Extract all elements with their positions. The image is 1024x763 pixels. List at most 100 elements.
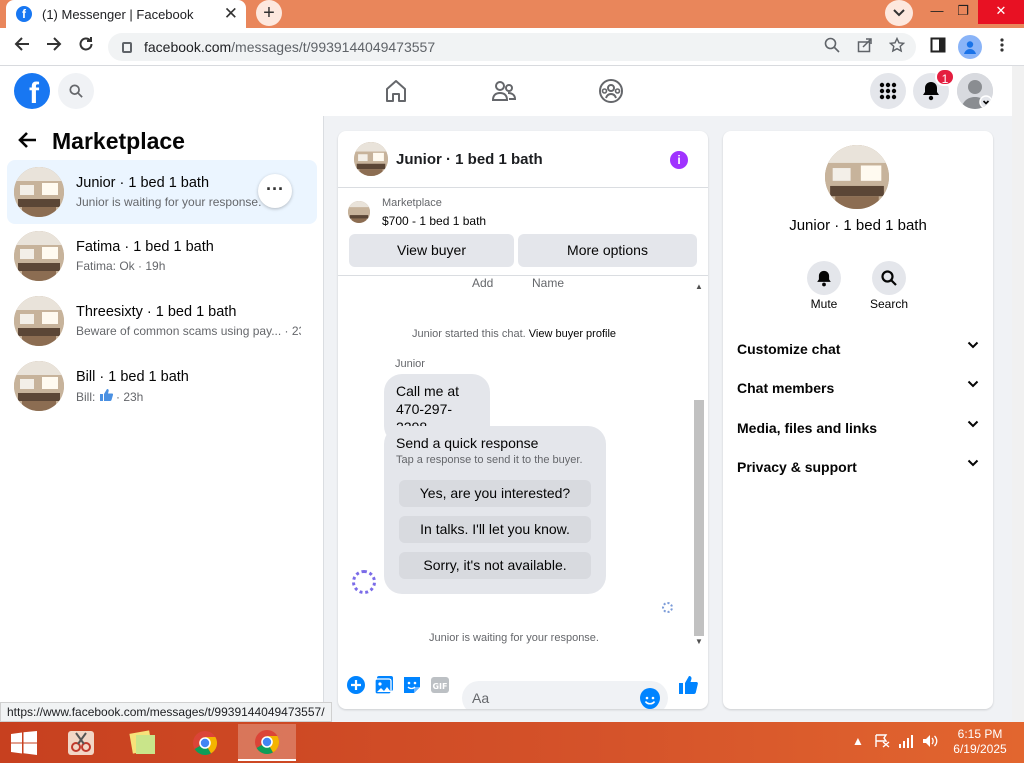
conversation-options-button[interactable]: ··· <box>258 174 292 208</box>
chrome-menu-button[interactable] <box>990 35 1014 59</box>
view-buyer-profile-link[interactable]: View buyer profile <box>529 328 616 340</box>
chevron-down-icon <box>967 459 979 467</box>
conversation-item-bill[interactable]: Bill · 1 bed 1 bath Bill: · 23h <box>7 354 317 418</box>
reload-button[interactable] <box>74 35 98 59</box>
link-status-bar: https://www.facebook.com/messages/t/9939… <box>0 702 332 722</box>
friends-icon <box>491 81 517 101</box>
section-title: Media, files and links <box>737 420 878 436</box>
new-tab-button[interactable]: + <box>256 0 282 26</box>
conversation-name: Threesixty · 1 bed 1 bath <box>76 304 237 320</box>
forward-button[interactable] <box>42 35 66 59</box>
taskbar-app-chrome[interactable] <box>176 724 234 761</box>
facebook-search-button[interactable] <box>58 73 94 109</box>
message-input[interactable]: Aa <box>462 681 668 709</box>
reload-icon <box>79 37 93 51</box>
friends-nav-button[interactable] <box>491 78 517 104</box>
taskbar-app-chrome-active[interactable] <box>238 724 296 761</box>
conversation-item-threesixty[interactable]: Threesixty · 1 bed 1 bath Beware of comm… <box>7 289 317 353</box>
chat-members-section[interactable]: Chat members <box>737 380 979 396</box>
taskbar-app-sticky-notes[interactable] <box>114 724 172 761</box>
default-avatar-icon <box>957 73 993 109</box>
home-nav-button[interactable] <box>383 78 409 104</box>
scroll-up-icon[interactable]: ▲ <box>694 282 704 291</box>
browser-toolbar: facebook.com/messages/t/9939144049473557 <box>0 28 1024 66</box>
quick-reply-button[interactable]: In talks. I'll let you know. <box>399 516 591 543</box>
conversation-item-fatima[interactable]: Fatima · 1 bed 1 bath Fatima: Ok · 19h <box>7 224 317 288</box>
groups-nav-button[interactable] <box>598 78 624 104</box>
gif-button[interactable]: GIF <box>430 675 450 695</box>
address-bar[interactable]: facebook.com/messages/t/9939144049473557 <box>108 33 916 61</box>
chat-scrollbar[interactable]: ▲ ▼ <box>694 282 704 646</box>
quick-reply-button[interactable]: Yes, are you interested? <box>399 480 591 507</box>
attach-photo-button[interactable] <box>374 675 394 695</box>
chrome-icon <box>193 730 218 755</box>
section-title: Chat members <box>737 380 835 396</box>
wifi-signal-icon[interactable] <box>898 734 914 751</box>
page-scrollbar[interactable] <box>1012 66 1024 722</box>
taskbar-app-snipping-tool[interactable] <box>52 724 110 761</box>
facebook-header: f 1 <box>0 66 1012 116</box>
menu-button[interactable] <box>870 73 906 109</box>
sticker-icon <box>404 677 420 693</box>
browser-tab[interactable]: f (1) Messenger | Facebook ✕ <box>6 0 246 28</box>
person-icon <box>964 41 976 54</box>
media-files-links-section[interactable]: Media, files and links <box>737 420 979 436</box>
share-icon[interactable] <box>855 37 875 57</box>
cut-off-label: Add <box>472 276 494 290</box>
tab-search-button[interactable] <box>885 0 913 26</box>
svg-text:GIF: GIF <box>432 682 447 691</box>
conversation-preview: Fatima: Ok · 19h <box>76 259 166 273</box>
back-arrow-icon[interactable] <box>18 129 38 155</box>
add-attachment-button[interactable] <box>346 675 366 695</box>
bookmark-star-icon[interactable] <box>887 36 907 57</box>
customize-chat-section[interactable]: Customize chat <box>737 341 979 357</box>
home-icon <box>386 80 406 102</box>
message-sender: Junior <box>395 358 425 370</box>
listing-card[interactable]: Marketplace $700 - 1 bed 1 bath <box>348 197 486 228</box>
restore-button[interactable]: ❐ <box>948 0 978 24</box>
groups-icon <box>599 79 623 103</box>
volume-icon[interactable] <box>922 734 938 751</box>
tab-close-icon[interactable]: ✕ <box>224 4 238 24</box>
account-avatar[interactable] <box>957 73 993 109</box>
back-button[interactable] <box>10 35 34 59</box>
chat-title[interactable]: Junior · 1 bed 1 bath <box>396 151 543 168</box>
search-icon <box>881 270 897 286</box>
facebook-logo-letter: f <box>29 77 39 109</box>
plus-circle-icon <box>347 676 365 694</box>
sticker-button[interactable] <box>402 675 422 695</box>
facebook-logo[interactable]: f <box>14 73 50 109</box>
scroll-down-icon[interactable]: ▼ <box>694 637 704 646</box>
listing-title: $700 - 1 bed 1 bath <box>382 214 487 228</box>
mute-button[interactable] <box>807 261 841 295</box>
network-flag-icon[interactable] <box>874 734 890 751</box>
more-options-button[interactable]: More options <box>518 234 697 267</box>
side-panel-icon <box>930 37 946 53</box>
quick-reply-button[interactable]: Sorry, it's not available. <box>399 552 591 579</box>
conversation-item-junior[interactable]: Junior · 1 bed 1 bath Junior is waiting … <box>7 160 317 224</box>
start-button[interactable] <box>10 731 38 755</box>
scissors-app-icon <box>68 730 94 755</box>
chrome-profile-button[interactable] <box>958 35 982 59</box>
view-buyer-button[interactable]: View buyer <box>349 234 514 267</box>
sender-avatar-icon <box>352 570 376 594</box>
side-panel-button[interactable] <box>926 35 950 59</box>
message-input-placeholder: Aa <box>472 690 490 706</box>
system-clock[interactable]: 6:15 PM 6/19/2025 <box>945 727 1015 757</box>
chat-details-panel: Junior · 1 bed 1 bath Mute Search Custom… <box>723 131 993 709</box>
browser-title-bar: f (1) Messenger | Facebook ✕ + — ❐ ✕ <box>0 0 1024 28</box>
zoom-icon[interactable] <box>822 37 842 57</box>
message-thread[interactable]: Add Name Junior started this chat. View … <box>338 276 708 654</box>
close-window-button[interactable]: ✕ <box>978 0 1024 24</box>
search-in-conversation-button[interactable] <box>872 261 906 295</box>
chat-thumbnail[interactable] <box>354 142 388 176</box>
send-like-button[interactable] <box>678 675 698 695</box>
bell-icon <box>923 82 939 101</box>
notification-badge: 1 <box>935 68 955 86</box>
privacy-support-section[interactable]: Privacy & support <box>737 459 979 475</box>
scrollbar-thumb[interactable] <box>694 400 704 636</box>
emoji-icon[interactable] <box>640 688 660 709</box>
kebab-menu-icon <box>1000 38 1004 52</box>
info-icon[interactable]: i <box>670 151 688 169</box>
show-hidden-icons[interactable]: ▲ <box>852 734 864 748</box>
